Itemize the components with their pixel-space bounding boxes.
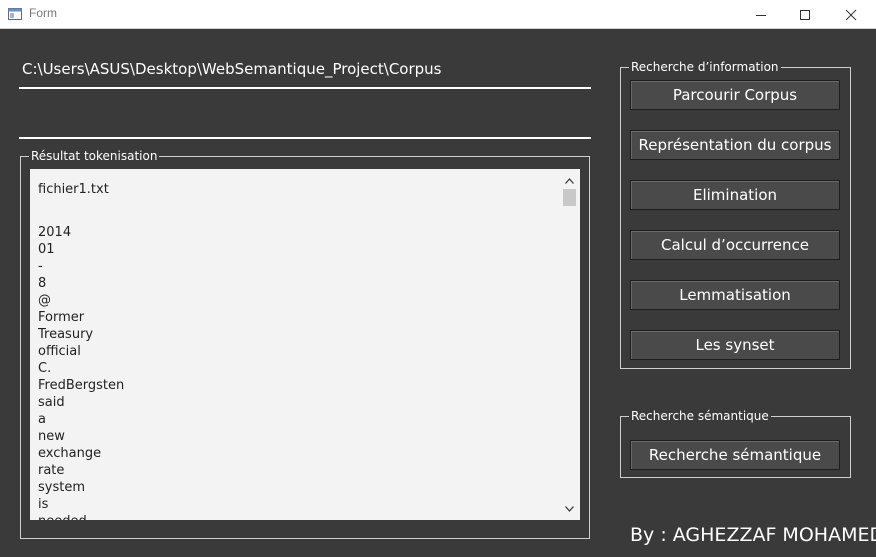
chevron-down-icon <box>564 506 574 512</box>
close-icon <box>845 9 857 20</box>
token-line: @ <box>38 293 51 308</box>
secondary-field-underline[interactable] <box>19 137 591 139</box>
semantic-search-group-title: Recherche sémantique <box>629 409 771 423</box>
semantic-search-button[interactable]: Recherche sémantique <box>630 440 840 470</box>
token-line: Former <box>38 310 85 325</box>
scroll-down-button[interactable] <box>562 503 576 515</box>
tokenisation-group-title: Résultat tokenisation <box>29 149 160 163</box>
synset-button[interactable]: Les synset <box>630 330 840 360</box>
token-line: 8 <box>38 276 47 291</box>
token-line: 01 <box>38 242 55 257</box>
token-line: FredBergsten <box>38 378 125 393</box>
close-button[interactable] <box>828 0 874 29</box>
maximize-button[interactable] <box>782 0 828 29</box>
parcourir-corpus-button[interactable]: Parcourir Corpus <box>630 80 840 110</box>
token-line: Treasury <box>38 327 94 342</box>
vertical-scrollbar[interactable] <box>562 175 576 515</box>
author-byline: By : AGHEZZAF MOHAMED <box>630 524 876 546</box>
token-line: - <box>38 259 43 274</box>
token-line: new <box>38 429 65 444</box>
token-line: a <box>38 412 46 427</box>
info-retrieval-group-title: Recherche d’information <box>629 60 781 74</box>
window-titlebar: Form <box>0 0 876 29</box>
scroll-thumb[interactable] <box>563 189 576 206</box>
token-line: 2014 <box>38 225 72 240</box>
tokenisation-result-textarea[interactable]: fichier1.txt 2014 01 - 8 @ Former Treasury offi… <box>30 169 580 520</box>
form-body: C:\Users\ASUS\Desktop\WebSemantique_Proj… <box>0 29 876 557</box>
info-retrieval-groupbox: Recherche d’information <box>620 60 851 369</box>
minimize-button[interactable] <box>738 0 784 29</box>
lemmatisation-button[interactable]: Lemmatisation <box>630 280 840 310</box>
token-line: is <box>38 497 49 512</box>
token-line: official <box>38 344 81 359</box>
form-window-icon <box>8 7 22 20</box>
maximize-icon <box>800 9 810 20</box>
elimination-button[interactable]: Elimination <box>630 180 840 210</box>
representation-corpus-button[interactable]: Représentation du corpus <box>630 130 840 160</box>
token-line: needed <box>38 513 124 520</box>
blank-line <box>38 198 124 224</box>
token-line: system <box>38 480 85 495</box>
calcul-occurrence-button[interactable]: Calcul d’occurrence <box>630 230 840 260</box>
path-field-underline <box>19 87 591 89</box>
window-title: Form <box>29 6 57 20</box>
minimize-icon <box>756 14 766 16</box>
scroll-up-button[interactable] <box>562 175 576 187</box>
token-list: fichier1.txt 2014 01 - 8 @ Former Treasury offi… <box>38 181 124 520</box>
chevron-up-icon <box>564 178 574 184</box>
token-line: said <box>38 395 65 410</box>
corpus-path-field[interactable]: C:\Users\ASUS\Desktop\WebSemantique_Proj… <box>22 60 442 78</box>
file-name-line: fichier1.txt <box>38 182 109 197</box>
token-line: exchange <box>38 446 102 461</box>
token-line: C. <box>38 361 52 376</box>
token-line: rate <box>38 463 65 478</box>
